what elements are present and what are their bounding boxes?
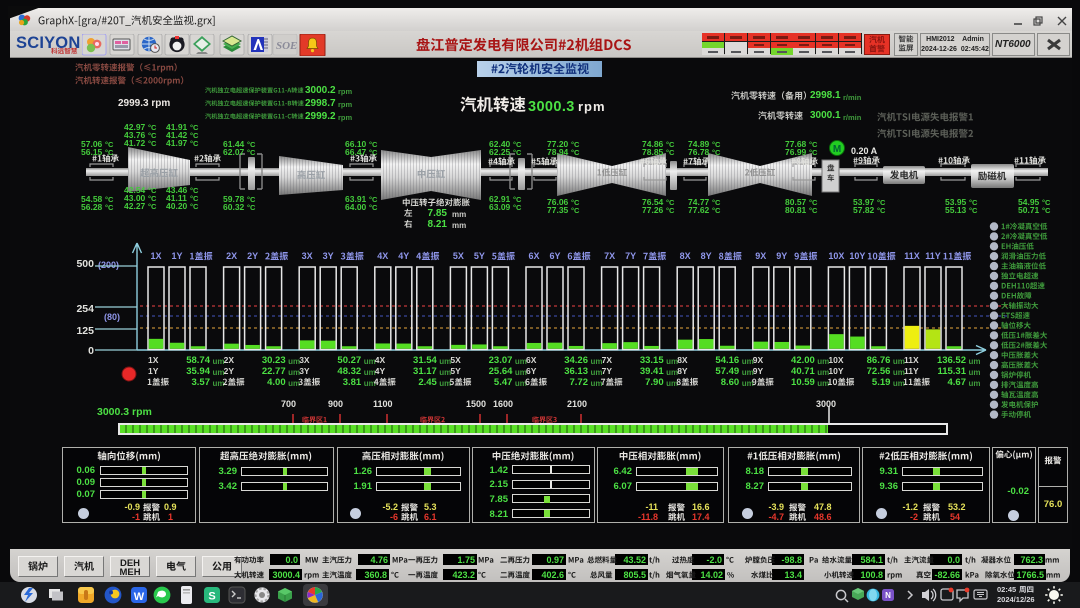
svg-text:W: W — [134, 591, 145, 603]
svg-text:N: N — [885, 591, 891, 600]
svg-text:S: S — [208, 591, 215, 603]
